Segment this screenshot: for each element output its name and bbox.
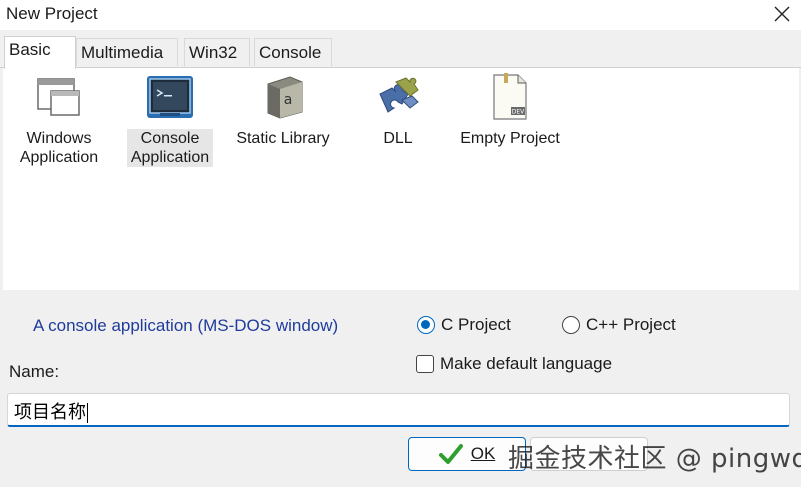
template-label: Empty Project bbox=[460, 130, 560, 147]
dll-puzzle-icon bbox=[373, 72, 423, 122]
template-windows-application[interactable]: Windows Application bbox=[13, 72, 105, 167]
c-project-label: C Project bbox=[441, 315, 511, 334]
windows-app-icon bbox=[34, 72, 84, 122]
cpp-project-label: C++ Project bbox=[586, 315, 676, 334]
project-name-input[interactable]: 项目名称 bbox=[7, 393, 790, 427]
tab-strip: Basic Multimedia Win32 Console bbox=[0, 36, 801, 69]
close-button[interactable] bbox=[766, 0, 798, 28]
template-label: Windows Application bbox=[19, 130, 99, 166]
close-icon bbox=[774, 6, 790, 22]
template-description: A console application (MS-DOS window) bbox=[33, 316, 339, 335]
make-default-language-checkbox[interactable]: Make default language bbox=[416, 352, 612, 376]
checkbox-box bbox=[416, 355, 434, 373]
green-check-icon bbox=[438, 444, 463, 464]
tab-console[interactable]: Console bbox=[254, 38, 332, 66]
text-caret bbox=[87, 403, 88, 423]
svg-text:a: a bbox=[284, 92, 293, 108]
make-default-language-label: Make default language bbox=[440, 354, 613, 373]
ok-label: OK bbox=[470, 444, 496, 463]
cpp-project-radio[interactable]: C++ Project bbox=[562, 313, 676, 337]
empty-project-icon: DEV bbox=[485, 72, 535, 122]
template-label: Console Application bbox=[127, 129, 213, 167]
console-app-icon bbox=[145, 72, 195, 122]
template-label: DLL bbox=[383, 130, 413, 147]
project-name-value: 项目名称 bbox=[14, 402, 86, 423]
tab-multimedia[interactable]: Multimedia bbox=[76, 38, 178, 66]
c-project-radio[interactable]: C Project bbox=[417, 313, 511, 337]
template-static-library[interactable]: a Static Library bbox=[233, 72, 333, 148]
radio-dot bbox=[417, 316, 435, 334]
template-empty-project[interactable]: DEV Empty Project bbox=[455, 72, 565, 148]
svg-text:DEV: DEV bbox=[512, 109, 525, 116]
window-title: New Project bbox=[6, 4, 98, 23]
tab-basic[interactable]: Basic bbox=[4, 36, 76, 69]
template-label: Static Library bbox=[236, 130, 330, 147]
static-library-icon: a bbox=[258, 72, 308, 122]
title-bar: New Project bbox=[0, 0, 801, 30]
template-dll[interactable]: DLL bbox=[361, 72, 435, 148]
tab-win32[interactable]: Win32 bbox=[184, 38, 250, 66]
watermark-text: 掘金技术社区 @ pingwd bbox=[508, 444, 801, 474]
template-panel: Windows Application Console Application … bbox=[3, 68, 799, 290]
radio-dot bbox=[562, 316, 580, 334]
name-label: Name: bbox=[9, 362, 60, 381]
template-console-application[interactable]: Console Application bbox=[127, 72, 213, 167]
